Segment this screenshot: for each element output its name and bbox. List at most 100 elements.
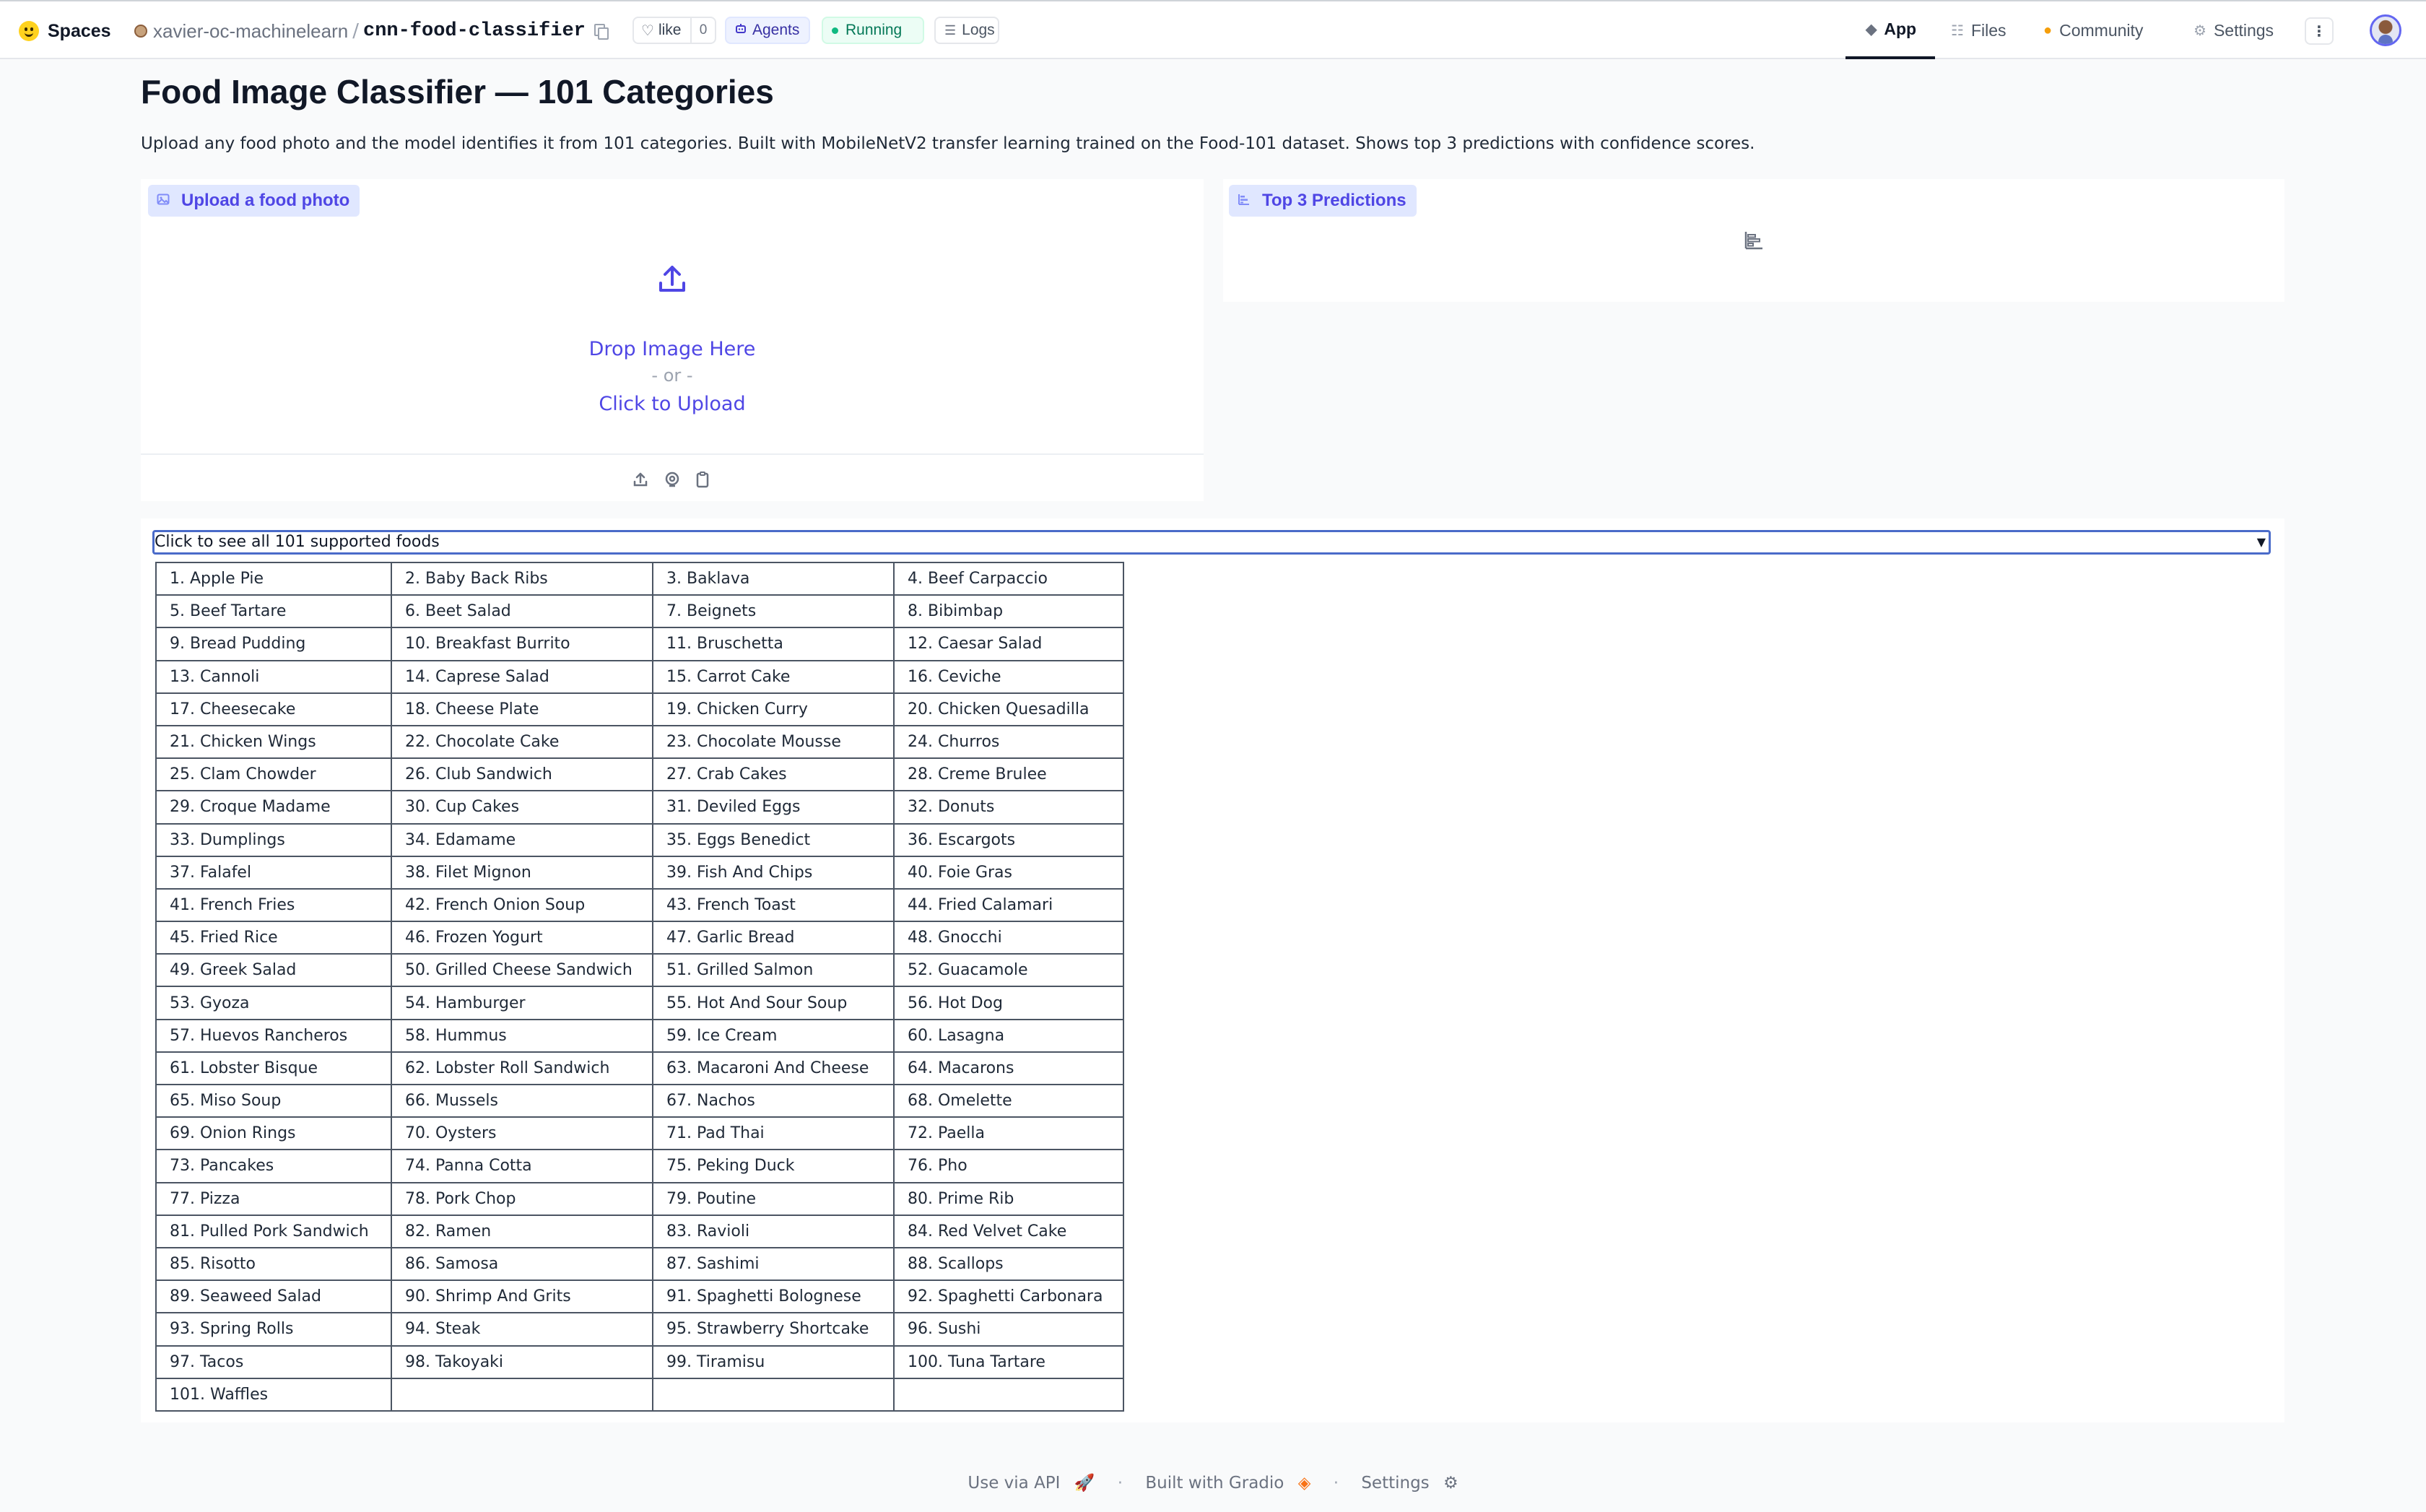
spaces-brand-link[interactable]: Spaces (19, 17, 111, 45)
click-to-upload-link[interactable]: Click to Upload (141, 393, 1204, 415)
table-cell: 53. Gyoza (155, 986, 392, 1020)
table-cell: 44. Fried Calamari (893, 887, 1124, 923)
more-options-button[interactable]: ⋮ (2305, 17, 2334, 45)
table-cell: 5. Beef Tartare (155, 594, 392, 629)
use-via-api-link[interactable]: Use via API 🚀 (963, 1474, 1099, 1493)
footer-separator: · (1117, 1474, 1123, 1493)
webcam-icon[interactable] (664, 471, 681, 488)
table-row: 41. French Fries 42. French Onion Soup 43.… (155, 887, 1124, 923)
table-cell: 25. Clam Chowder (155, 757, 392, 792)
table-cell: 62. Lobster Roll Sandwich (391, 1051, 653, 1086)
table-cell: 6. Beet Salad (391, 594, 653, 629)
table-cell: 63. Macaroni And Cheese (652, 1051, 895, 1086)
table-cell: 12. Caesar Salad (893, 627, 1124, 661)
breadcrumb-separator: / (352, 20, 359, 42)
table-cell: 81. Pulled Pork Sandwich (155, 1214, 392, 1248)
table-cell: 17. Cheesecake (155, 692, 392, 726)
upload-arrow-icon (659, 266, 685, 292)
brand-name: Spaces (48, 20, 111, 41)
nav-tab-files[interactable]: ☷ Files (1951, 1, 2007, 59)
nav-settings-label: Settings (2213, 20, 2274, 40)
table-cell: 35. Eggs Benedict (652, 822, 895, 857)
table-cell: 49. Greek Salad (155, 953, 392, 988)
table-cell: 71. Pad Thai (652, 1116, 895, 1151)
nav-tab-community[interactable]: ● Community (2043, 1, 2143, 59)
repo-breadcrumb: xavier-oc-machinelearn / cnn-food-classi… (134, 17, 609, 45)
table-cell: 83. Ravioli (652, 1214, 895, 1248)
robot-icon (735, 23, 747, 38)
owner-link[interactable]: xavier-oc-machinelearn (153, 20, 348, 43)
like-label: like (658, 22, 682, 38)
table-cell: 64. Macarons (893, 1051, 1124, 1086)
nav-tab-app[interactable]: ◆ App (1845, 1, 1935, 59)
table-cell: 36. Escargots (893, 822, 1124, 857)
nav-app-label: App (1884, 19, 1917, 38)
drop-image-text: Drop Image Here (588, 338, 756, 360)
table-cell: 59. Ice Cream (652, 1018, 895, 1053)
table-cell: 54. Hamburger (391, 986, 653, 1020)
table-cell: 95. Strawberry Shortcake (652, 1312, 895, 1347)
logs-button[interactable]: ☰ Logs (934, 17, 999, 44)
table-cell: 48. Gnocchi (893, 921, 1124, 955)
copy-icon[interactable] (594, 24, 609, 40)
table-row: 1. Apple Pie 2. Baby Back Ribs 3. Baklava 4… (155, 561, 1124, 596)
rocket-icon: 🚀 (1074, 1474, 1095, 1493)
table-cell: 84. Red Velvet Cake (893, 1214, 1124, 1248)
cube-icon: ◆ (1866, 21, 1877, 38)
table-cell: 4. Beef Carpaccio (893, 561, 1124, 596)
table-cell (893, 1377, 1124, 1412)
predictions-panel-label: Top 3 Predictions (1229, 185, 1417, 217)
table-cell: 16. Ceviche (893, 659, 1124, 694)
table-cell: 86. Samosa (391, 1246, 653, 1282)
community-icon: ● (2043, 22, 2053, 38)
logs-icon: ☰ (944, 22, 957, 38)
table-cell: 27. Crab Cakes (652, 757, 895, 792)
table-cell: 87. Sashimi (652, 1246, 895, 1282)
table-cell (391, 1377, 653, 1412)
table-cell: 15. Carrot Cake (652, 659, 895, 694)
nav-community-label: Community (2059, 20, 2144, 40)
agents-label: Agents (752, 22, 800, 38)
table-cell: 76. Pho (893, 1149, 1124, 1183)
like-button[interactable]: ♡ like 0 (632, 17, 716, 44)
table-cell: 41. French Fries (155, 887, 392, 923)
table-cell: 46. Frozen Yogurt (391, 921, 653, 955)
footer-settings-link[interactable]: Settings ⚙ (1357, 1474, 1462, 1493)
table-cell: 7. Beignets (652, 594, 895, 629)
table-cell: 33. Dumplings (155, 822, 392, 857)
upload-source-icon[interactable] (632, 471, 649, 488)
table-cell: 31. Deviled Eggs (652, 790, 895, 825)
image-drop-zone[interactable]: Drop Image Here - or - Click to Upload (141, 222, 1204, 453)
table-cell: 72. Paella (893, 1116, 1124, 1151)
nav-tab-settings[interactable]: ⚙ Settings (2194, 1, 2274, 59)
table-cell: 29. Croque Madame (155, 790, 392, 825)
table-cell: 9. Bread Pudding (155, 627, 392, 661)
agents-button[interactable]: Agents (725, 17, 810, 44)
clipboard-icon[interactable] (694, 471, 711, 488)
table-cell: 69. Onion Rings (155, 1116, 392, 1151)
table-cell: 10. Breakfast Burrito (391, 627, 653, 661)
table-cell: 52. Guacamole (893, 953, 1124, 988)
repo-name-link[interactable]: cnn-food-classifier (363, 20, 586, 42)
running-status-badge[interactable]: Running (822, 17, 924, 44)
table-row: 13. Cannoli 14. Caprese Salad 15. Carrot C… (155, 659, 1124, 694)
table-cell: 45. Fried Rice (155, 921, 392, 955)
table-cell: 88. Scallops (893, 1246, 1124, 1282)
table-cell (652, 1377, 895, 1412)
foods-summary-toggle[interactable]: Click to see all 101 supported foods ▼ (152, 530, 2271, 555)
table-cell: 68. Omelette (893, 1083, 1124, 1118)
predictions-label-text: Top 3 Predictions (1262, 191, 1407, 210)
table-row: 89. Seaweed Salad 90. Shrimp And Grits 91.… (155, 1279, 1124, 1314)
table-row: 97. Tacos 98. Takoyaki 99. Tiramisu 100. Tu… (155, 1344, 1124, 1379)
table-cell: 90. Shrimp And Grits (391, 1279, 653, 1314)
table-cell: 85. Risotto (155, 1246, 392, 1282)
table-cell: 34. Edamame (391, 822, 653, 857)
table-row: 85. Risotto 86. Samosa 87. Sashimi 88. Scal… (155, 1246, 1124, 1282)
logs-label: Logs (962, 22, 995, 38)
page-title: Food Image Classifier — 101 Categories (141, 73, 774, 110)
built-with-gradio-link[interactable]: Built with Gradio ◈ (1141, 1474, 1315, 1493)
table-row: 49. Greek Salad 50. Grilled Cheese Sandwi… (155, 953, 1124, 988)
table-row: 77. Pizza 78. Pork Chop 79. Poutine 80. Pri… (155, 1181, 1124, 1216)
user-avatar[interactable] (2370, 14, 2401, 46)
table-cell: 60. Lasagna (893, 1018, 1124, 1053)
